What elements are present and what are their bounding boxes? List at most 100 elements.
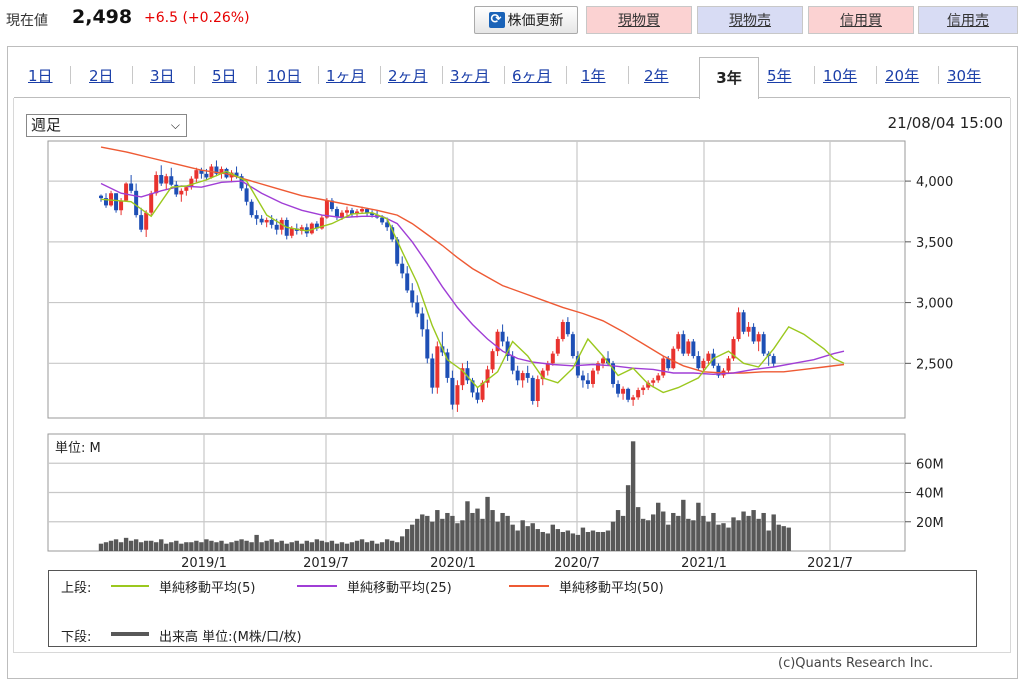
volume-bar [495,521,500,551]
volume-bar [761,512,766,551]
volume-bar [214,542,219,551]
volume-bar [701,515,706,551]
volume-bar [138,542,144,551]
volume-bar [455,523,460,551]
volume-bar [299,543,304,551]
volume-bar [525,526,530,551]
candle-body [450,377,455,405]
volume-bar [500,512,505,551]
candle-body [651,380,656,383]
candle-body [500,331,505,342]
volume-bar [369,540,375,551]
candle-body [420,313,425,330]
volume-bar [143,540,149,551]
candle-body [129,183,134,191]
candle-body [99,195,103,199]
volume-bar [706,521,711,551]
candle-body [641,387,646,391]
volume-bar [656,502,661,551]
volume-bar [671,512,676,551]
volume-bar [244,540,249,551]
volume-bar [364,542,370,551]
volume-bar [219,540,224,551]
volume-bar [435,510,440,551]
volume-bar [425,515,430,551]
volume-bar [475,508,480,551]
volume-bar [600,531,606,551]
candle-body [415,302,420,314]
candle-body [259,218,264,223]
candle-body [601,358,605,364]
volume-bar [615,510,621,551]
candle-body [425,329,430,359]
candle-body [159,175,164,184]
volume-bar [666,524,671,551]
candle-body [510,356,515,371]
volume-bar [490,510,495,551]
volume-bar [189,542,194,551]
volume-bar [164,543,169,551]
legend-volume-swatch [111,632,149,636]
candle-body [119,200,124,211]
candle-body [164,176,169,184]
tab-3y[interactable]: 3年 [699,57,759,99]
volume-bar [209,540,214,551]
volume-bar [334,543,340,551]
volume-bar [133,539,139,551]
candle-body [671,348,676,369]
volume-bar [319,540,325,551]
volume-bar [450,515,455,551]
volume-bar [661,511,666,551]
candle-body [741,312,746,332]
candle-body [691,341,696,357]
volume-bar [766,530,771,551]
volume-bar [505,515,510,551]
volume-bar [410,524,415,551]
candle-body [149,193,154,213]
volume-y-tick-label: 60M [916,457,944,472]
volume-bar [103,542,109,551]
candle-body [631,397,636,400]
candle-body [756,334,761,342]
volume-bar [575,534,581,551]
volume-bar [304,540,310,551]
candle-body [636,390,641,398]
volume-bar [610,521,616,551]
volume-bar [389,540,395,551]
candle-body [661,358,666,376]
volume-bar [605,530,611,551]
volume-bar [374,543,380,551]
volume-bar [620,515,626,551]
candle-body [344,210,349,213]
candle-body [580,375,585,381]
candle-body [194,170,199,179]
volume-bar [98,543,104,551]
volume-bar [676,515,681,551]
candle-body [701,360,706,369]
volume-bar [224,543,229,551]
volume-bar [580,527,586,551]
volume-bar [565,530,571,551]
candle-body [520,373,525,381]
volume-bar [254,534,259,551]
legend-lower-label: 下段: [61,630,92,645]
candle-body [696,356,701,369]
candle-body [726,358,731,371]
candle-body [621,388,626,394]
candle-body [686,341,691,354]
candle-body [616,383,621,394]
legend-ma25-swatch [297,585,337,587]
volume-bar [540,531,545,551]
volume-bar [640,518,646,551]
candle-body [154,175,159,194]
volume-unit-label: 単位: M [55,440,101,456]
volume-bar [786,527,791,551]
candle-body [264,219,269,223]
volume-bar [470,512,475,551]
volume-bar [128,540,134,551]
volume-bar [480,518,485,551]
legend-ma50-swatch [509,585,549,587]
candle-body [249,201,254,216]
volume-bar [279,540,284,551]
volume-y-tick-label: 20M [916,516,944,531]
